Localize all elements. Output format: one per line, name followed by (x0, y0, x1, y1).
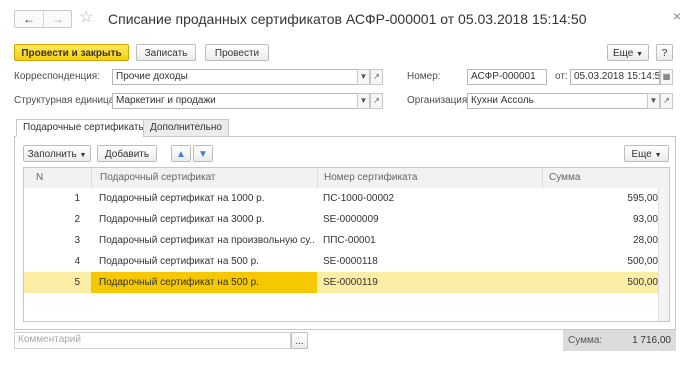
calendar-icon[interactable]: ▦ (660, 69, 673, 85)
certificates-table[interactable]: N Подарочный сертификат Номер сертификат… (23, 167, 670, 322)
row-number: 2 (74, 214, 80, 225)
arrow-down-icon: ▼ (198, 149, 208, 160)
add-button[interactable]: Добавить (97, 145, 157, 162)
row-certificate: Подарочный сертификат на 1000 р. (99, 193, 265, 204)
row-certificate-number: SE-0000118 (323, 256, 378, 267)
column-header-certificate[interactable]: Подарочный сертификат (91, 168, 317, 188)
post-and-close-button[interactable]: Провести и закрыть (14, 44, 129, 61)
organization-label: Организация: (407, 95, 471, 106)
number-label: Номер: (407, 71, 441, 82)
window-title: Списание проданных сертификатов АСФР-000… (108, 11, 587, 27)
move-up-button[interactable]: ▲ (171, 145, 191, 162)
structural-unit-dropdown-icon[interactable]: ▼ (357, 93, 370, 109)
close-icon[interactable]: × (673, 8, 681, 24)
total-label: Сумма: (568, 335, 603, 346)
row-certificate-number: SE-0000119 (323, 277, 378, 288)
help-button[interactable]: ? (656, 44, 673, 61)
structural-unit-open-icon[interactable]: ↗ (370, 93, 383, 109)
date-field[interactable]: 05.03.2018 15:14:50 (570, 69, 660, 85)
vertical-scrollbar[interactable] (658, 188, 669, 321)
table-row-selected[interactable]: 5 Подарочный сертификат на 500 р. SE-000… (24, 272, 669, 293)
chevron-down-icon: ▼ (636, 51, 644, 58)
row-sum: 500,00 (627, 256, 658, 267)
more-label: Еще (612, 48, 634, 59)
row-sum: 595,00 (627, 193, 658, 204)
fill-button[interactable]: Заполнить ▼ (23, 145, 91, 162)
row-certificate: Подарочный сертификат на произвольную су… (99, 235, 314, 246)
fill-label: Заполнить (27, 149, 77, 160)
column-header-n[interactable]: N (24, 168, 91, 188)
row-sum: 28,00 (632, 235, 658, 246)
number-field[interactable]: АСФР-000001 (467, 69, 547, 85)
arrow-up-icon: ▲ (176, 149, 186, 160)
post-button[interactable]: Провести (205, 44, 269, 61)
organization-open-icon[interactable]: ↗ (660, 93, 673, 109)
row-number: 1 (74, 193, 80, 204)
comment-select-button[interactable]: ... (291, 332, 308, 349)
move-down-button[interactable]: ▼ (193, 145, 213, 162)
table-more-label: Еще (631, 149, 652, 160)
correspondence-label: Корреспонденция: (14, 71, 100, 82)
row-certificate: Подарочный сертификат на 500 р. (99, 256, 259, 267)
total-value: 1 716,00 (632, 335, 671, 346)
back-icon[interactable]: ← (15, 11, 43, 27)
column-header-sum[interactable]: Сумма (542, 168, 669, 188)
row-number: 3 (74, 235, 80, 246)
save-button[interactable]: Записать (136, 44, 196, 61)
row-certificate: Подарочный сертификат на 3000 р. (99, 214, 265, 225)
chevron-down-icon: ▼ (79, 152, 87, 159)
row-number: 4 (74, 256, 80, 267)
comment-input[interactable]: Комментарий (14, 332, 291, 349)
tab-additional[interactable]: Дополнительно (143, 119, 229, 137)
column-header-certificate-number[interactable]: Номер сертификата (317, 168, 542, 188)
organization-field[interactable]: Кухни Ассоль (467, 93, 648, 109)
table-row[interactable]: 3 Подарочный сертификат на произвольную … (24, 230, 669, 251)
structural-unit-field[interactable]: Маркетинг и продажи (112, 93, 358, 109)
row-number: 5 (74, 277, 80, 288)
forward-icon[interactable]: → (43, 11, 72, 27)
favorite-star-icon[interactable]: ☆ (79, 8, 93, 28)
row-certificate-number: ПС-1000-00002 (323, 193, 395, 204)
date-label: от: (555, 71, 568, 82)
row-certificate: Подарочный сертификат на 500 р. (99, 277, 259, 288)
correspondence-dropdown-icon[interactable]: ▼ (357, 69, 370, 85)
table-row[interactable]: 1 Подарочный сертификат на 1000 р. ПС-10… (24, 188, 669, 209)
structural-unit-label: Структурная единица: (14, 95, 118, 106)
row-certificate-number: SE-0000009 (323, 214, 379, 225)
correspondence-field[interactable]: Прочие доходы (112, 69, 358, 85)
table-more-button[interactable]: Еще ▼ (624, 145, 669, 162)
chevron-down-icon: ▼ (654, 152, 662, 159)
table-row[interactable]: 4 Подарочный сертификат на 500 р. SE-000… (24, 251, 669, 272)
tab-gift-certificates[interactable]: Подарочные сертификаты (16, 119, 153, 137)
row-certificate-number: ППС-00001 (323, 235, 376, 246)
row-sum: 93,00 (632, 214, 658, 225)
table-row[interactable]: 2 Подарочный сертификат на 3000 р. SE-00… (24, 209, 669, 230)
organization-dropdown-icon[interactable]: ▼ (647, 93, 660, 109)
more-button[interactable]: Еще ▼ (607, 44, 649, 61)
row-sum: 500,00 (627, 277, 658, 288)
correspondence-open-icon[interactable]: ↗ (370, 69, 383, 85)
